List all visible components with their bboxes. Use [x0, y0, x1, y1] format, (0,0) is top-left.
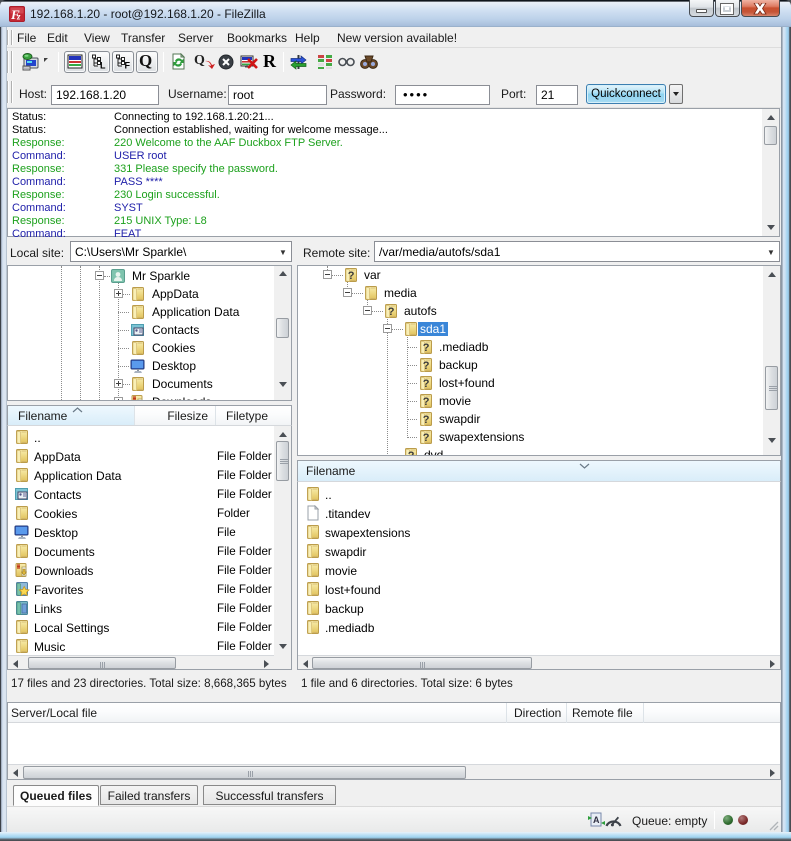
- svg-text:z: z: [16, 12, 21, 22]
- svg-text:F: F: [125, 61, 131, 71]
- svg-text:A: A: [593, 815, 600, 825]
- svg-text:L: L: [100, 61, 106, 71]
